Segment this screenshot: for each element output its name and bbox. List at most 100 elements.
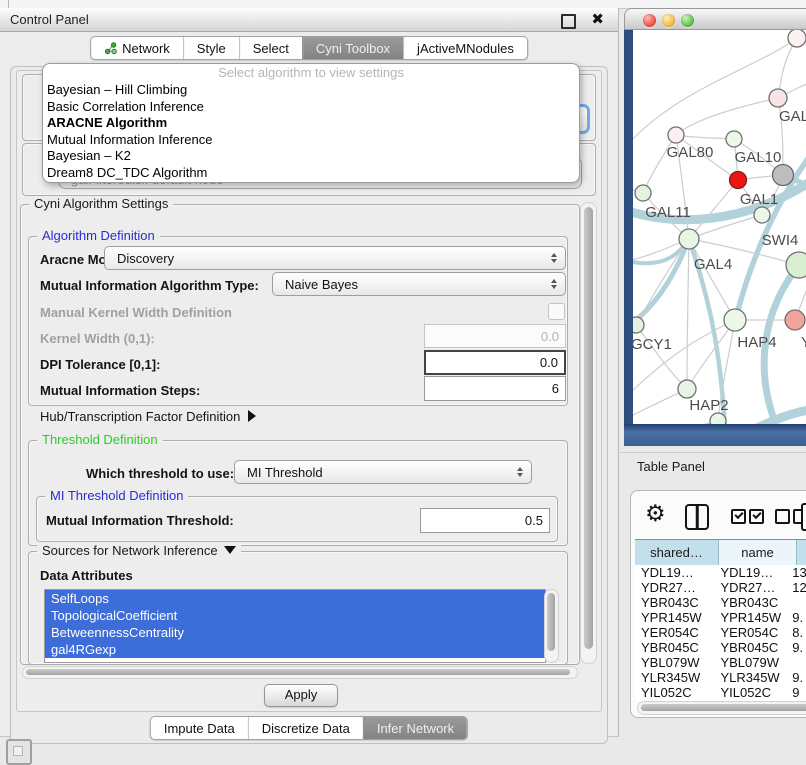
algorithm-definition-title: Algorithm Definition — [37, 228, 160, 243]
attribute-list-item[interactable]: TopologicalCoefficient — [45, 607, 545, 624]
hub-definition-toggle[interactable]: Hub/Transcription Factor Definition — [40, 409, 256, 424]
node-gal80[interactable] — [668, 127, 684, 143]
float-window-icon[interactable] — [561, 14, 576, 29]
table-rows: YDL19… YDL19… 13 YDR27… YDR27… 12 YBR043… — [635, 565, 806, 701]
svg-text:GAL11: GAL11 — [645, 204, 691, 221]
panel-divider — [8, 0, 9, 8]
combo-arrows-icon — [551, 253, 557, 263]
attribute-list-item[interactable]: SelfLoops — [45, 590, 545, 607]
apply-button[interactable]: Apply — [264, 684, 338, 707]
which-threshold-combo[interactable]: MI Threshold — [234, 460, 532, 484]
mi-steps-field[interactable] — [424, 376, 566, 401]
attribute-list-item[interactable]: BetweennessCentrality — [45, 624, 545, 641]
node[interactable] — [788, 30, 806, 47]
settings-vertical-scrollbar[interactable] — [580, 202, 597, 664]
dpi-tolerance-field[interactable] — [424, 350, 566, 375]
split-columns-icon[interactable] — [685, 504, 709, 530]
algorithm-option[interactable]: Bayesian – Hill Climbing — [43, 82, 579, 99]
algorithm-option[interactable]: Basic Correlation Inference — [43, 99, 579, 116]
deselect-all-icon[interactable] — [775, 509, 790, 524]
svg-text:HAP2: HAP2 — [689, 397, 728, 414]
table-horizontal-scrollbar[interactable] — [637, 701, 806, 715]
close-icon[interactable] — [591, 10, 604, 28]
collapsed-arrow-icon — [248, 410, 256, 422]
tab-select[interactable]: Select — [239, 37, 302, 59]
expanded-arrow-icon — [224, 546, 236, 554]
algorithm-options: Bayesian – Hill ClimbingBasic Correlatio… — [43, 82, 579, 181]
node-gal11[interactable] — [635, 185, 651, 201]
zoom-traffic-light[interactable] — [681, 14, 694, 27]
manual-kernel-width-label: Manual Kernel Width Definition — [40, 305, 232, 320]
node-gray[interactable] — [773, 165, 794, 186]
tab-style[interactable]: Style — [183, 37, 239, 59]
table-row[interactable]: YDL19… YDL19… 13 — [635, 565, 806, 580]
kernel-width-label: Kernel Width (0,1): — [40, 331, 155, 346]
node-salmon[interactable] — [785, 310, 805, 330]
node-swi4[interactable] — [786, 252, 806, 278]
document-icon[interactable] — [801, 503, 806, 531]
node-gal4[interactable] — [679, 229, 699, 249]
node-gal[interactable] — [769, 89, 787, 107]
tab-cyni-toolbox[interactable]: Cyni Toolbox — [302, 37, 403, 59]
close-traffic-light[interactable] — [643, 14, 656, 27]
mi-steps-label: Mutual Information Steps: — [40, 383, 200, 398]
node-hap4[interactable] — [724, 309, 746, 331]
minimized-panel-icon[interactable] — [6, 739, 32, 765]
algorithm-option[interactable]: ARACNE Algorithm — [43, 115, 579, 132]
column-header-extra[interactable] — [797, 540, 806, 565]
table-panel-title: Table Panel — [637, 459, 705, 474]
attribute-list-item[interactable]: gal4RGexp — [45, 641, 545, 658]
table-header: shared… name — [635, 539, 806, 566]
table-row[interactable]: YER054C YER054C 8. — [635, 625, 806, 640]
sources-title[interactable]: Sources for Network Inference — [37, 543, 241, 558]
network-canvas[interactable]: GAL GAL80 GAL10 GAL1 GAL11 GAL4 SWI4 GCY… — [633, 30, 806, 424]
node-gal1[interactable] — [754, 207, 770, 223]
mi-algorithm-type-combo[interactable]: Naive Bayes — [272, 272, 566, 296]
control-panel-tabs: Network Style Select Cyni Toolbox jActiv… — [90, 36, 528, 60]
algorithm-option[interactable]: Bayesian – K2 — [43, 148, 579, 165]
combo-arrows-icon — [517, 467, 523, 477]
dpi-tolerance-label: DPI Tolerance [0,1]: — [40, 357, 160, 372]
svg-text:GCY1: GCY1 — [633, 336, 672, 353]
settings-gear-icon[interactable] — [645, 500, 666, 527]
minimize-traffic-light[interactable] — [662, 14, 675, 27]
table-row[interactable]: YDR27… YDR27… 12 — [635, 580, 806, 595]
node-hap2[interactable] — [678, 380, 696, 398]
table-row[interactable]: YPR145W YPR145W 9. — [635, 610, 806, 625]
select-all-icon[interactable] — [731, 509, 746, 524]
table-row[interactable]: YBL079W YBL079W — [635, 655, 806, 670]
network-window-titlebar[interactable] — [624, 8, 806, 30]
table-row[interactable]: YBR043C YBR043C — [635, 595, 806, 610]
svg-text:HAP4: HAP4 — [737, 334, 776, 351]
mi-threshold-field[interactable] — [420, 508, 550, 533]
cyni-bottom-tabs: Impute Data Discretize Data Infer Networ… — [150, 716, 468, 740]
svg-text:GAL80: GAL80 — [667, 144, 714, 161]
manual-kernel-width-checkbox[interactable] — [548, 303, 565, 320]
algorithm-option[interactable]: Mutual Information Inference — [43, 132, 579, 149]
table-row[interactable]: YIL052C YIL052C 9 — [635, 685, 806, 700]
table-row[interactable]: YLR345W YLR345W 9. — [635, 670, 806, 685]
tab-network[interactable]: Network — [91, 37, 183, 59]
table-panel: shared… name YDL19… YDL19… 13 YDR27… YDR… — [630, 490, 806, 718]
node-gal10[interactable] — [726, 131, 742, 147]
combo-arrows-icon — [551, 279, 557, 289]
kernel-width-field[interactable] — [424, 324, 566, 348]
svg-text:GAL1: GAL1 — [740, 191, 778, 208]
attribute-list-scrollbar[interactable] — [544, 589, 559, 663]
node-selected-red[interactable] — [730, 172, 747, 189]
tab-jactivemnodules[interactable]: jActiveMNodules — [403, 37, 527, 59]
settings-horizontal-scrollbar[interactable] — [22, 666, 578, 679]
tab-discretize-data[interactable]: Discretize Data — [248, 717, 363, 739]
algorithm-option[interactable]: Dream8 DC_TDC Algorithm — [43, 165, 579, 182]
tab-infer-network[interactable]: Infer Network — [363, 717, 467, 739]
node[interactable] — [710, 413, 726, 424]
table-row[interactable]: YBR045C YBR045C 9. — [635, 640, 806, 655]
column-header-name[interactable]: name — [719, 540, 797, 565]
aracne-mode-combo[interactable]: Discovery — [104, 246, 566, 270]
tab-impute-data[interactable]: Impute Data — [151, 717, 248, 739]
column-header-shared[interactable]: shared… — [635, 540, 719, 565]
control-panel-titlebar: Control Panel — [0, 8, 618, 32]
network-view-window: GAL GAL80 GAL10 GAL1 GAL11 GAL4 SWI4 GCY… — [624, 8, 806, 446]
node-gcy1[interactable] — [633, 317, 644, 333]
svg-text:SWI4: SWI4 — [762, 232, 799, 249]
